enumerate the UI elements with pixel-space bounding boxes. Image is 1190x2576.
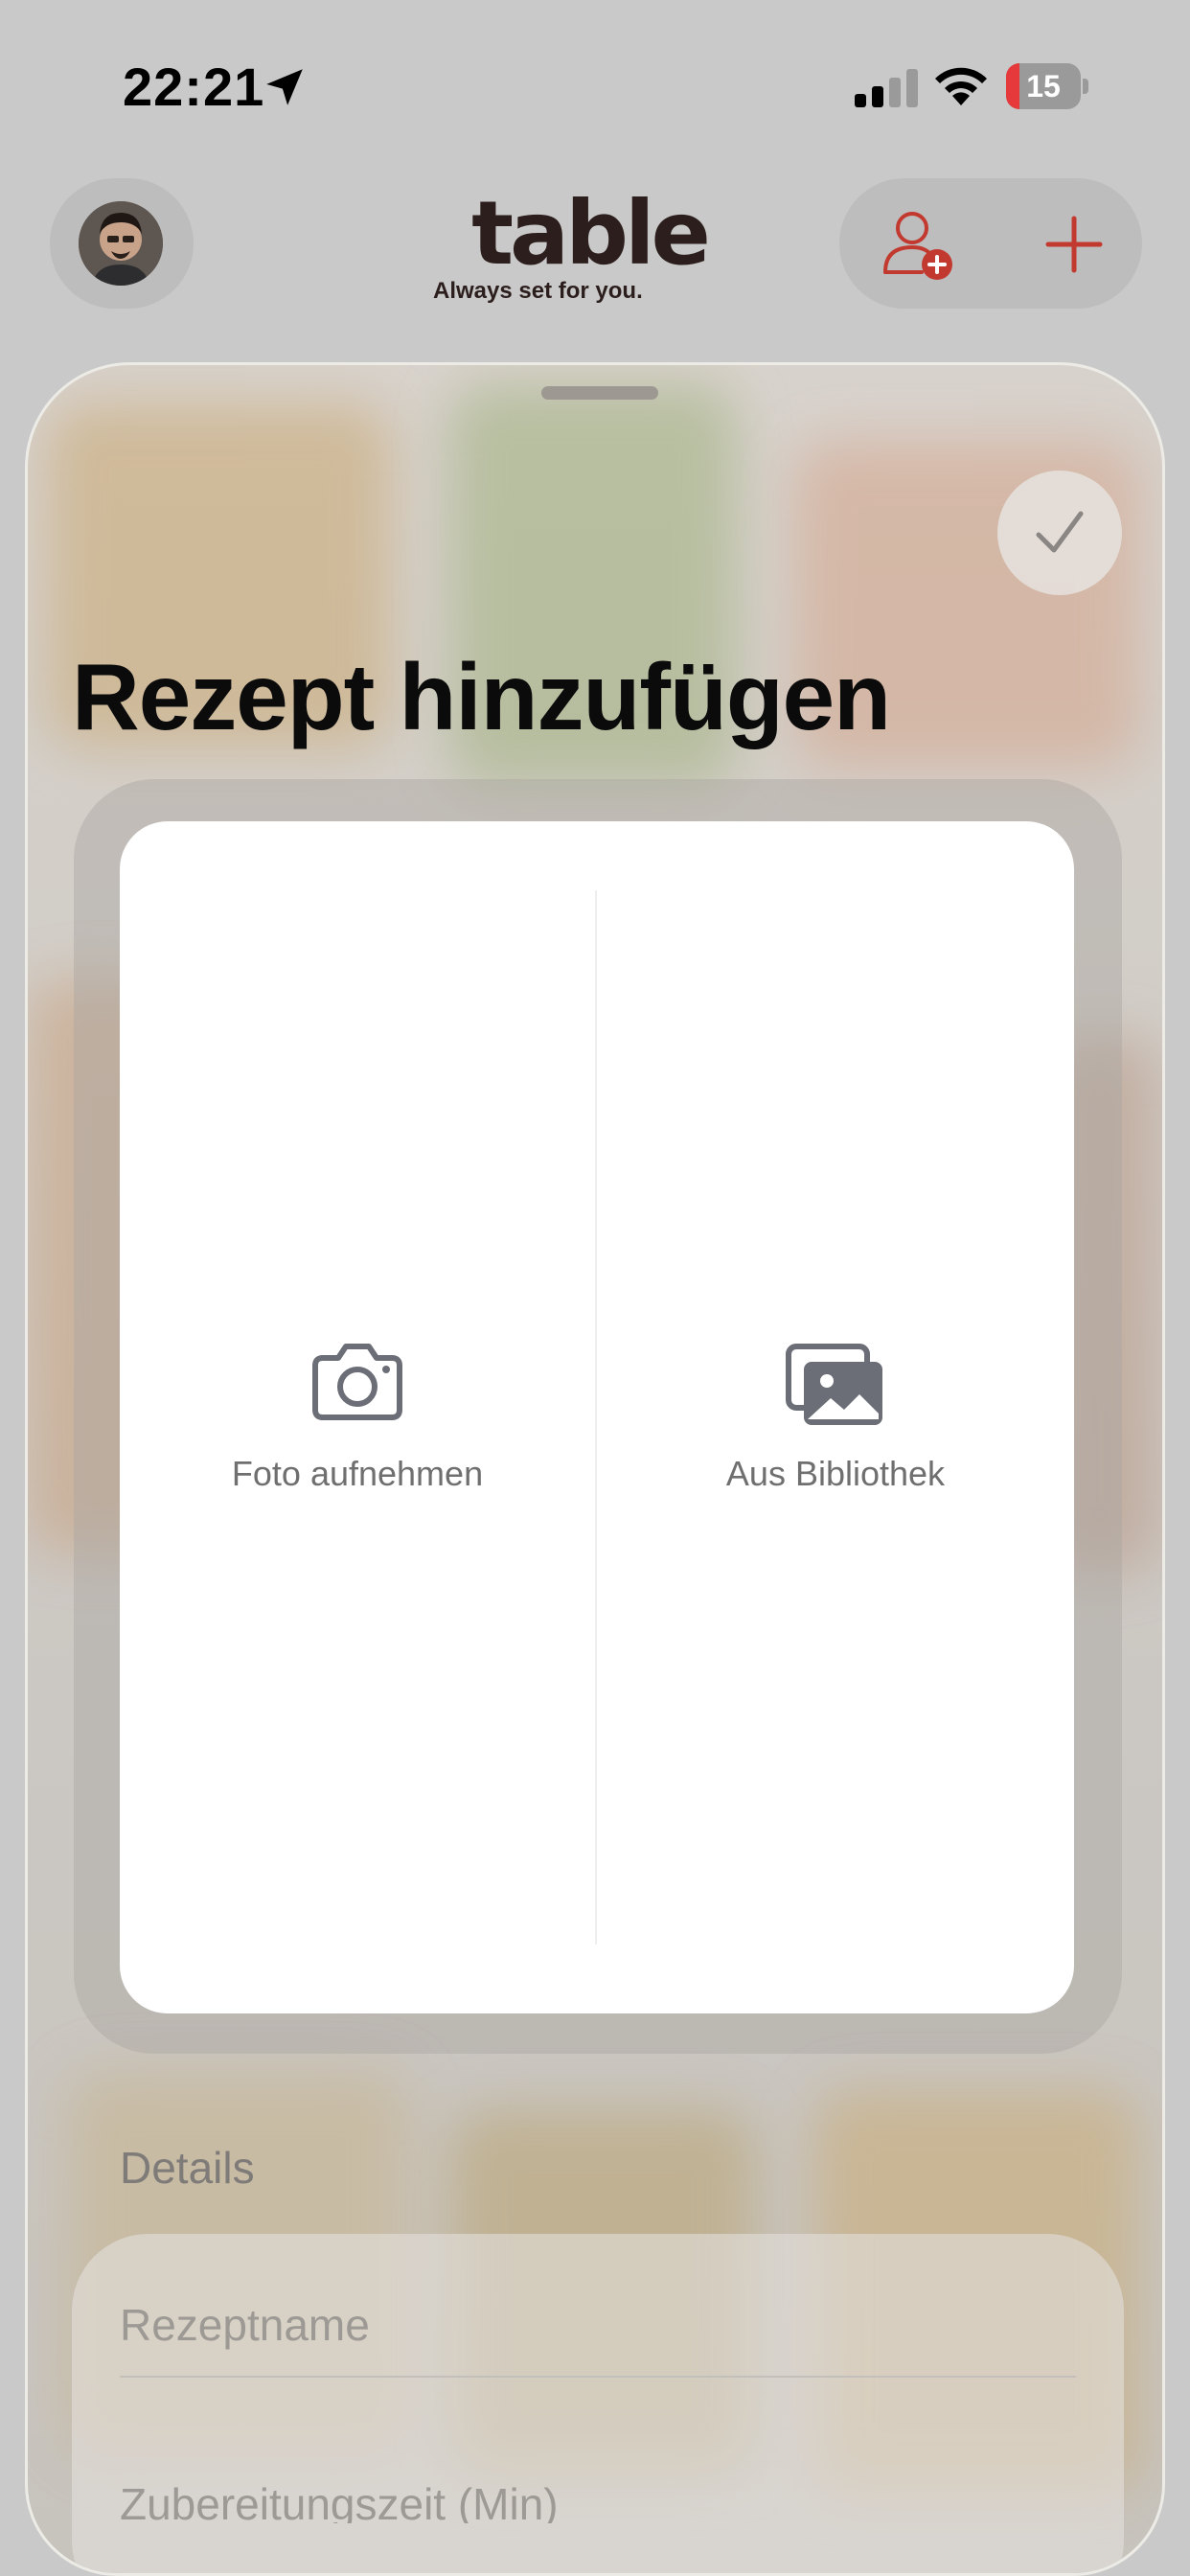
checkmark-icon [1036, 511, 1084, 553]
location-arrow-icon [266, 69, 303, 105]
add-recipe-sheet: Rezept hinzufügen Foto aufnehmen Aus Bib… [25, 362, 1165, 2576]
status-bar: 22:21 15 [0, 0, 1190, 172]
sheet-title: Rezept hinzufügen [72, 644, 891, 749]
add-recipe-button[interactable] [1041, 211, 1108, 278]
avatar [79, 201, 163, 286]
from-library-label: Aus Bibliothek [725, 1454, 946, 1493]
take-photo-label: Foto aufnehmen [231, 1454, 484, 1493]
camera-icon [312, 1344, 402, 1420]
app-logo: table Always set for you. [431, 182, 747, 307]
plus-icon [1045, 216, 1103, 273]
wifi-icon [935, 67, 987, 105]
from-library-button[interactable]: Aus Bibliothek [597, 821, 1074, 2013]
details-form [72, 2234, 1124, 2573]
status-time: 22:21 [123, 57, 265, 117]
photo-picker-card: Foto aufnehmen Aus Bibliothek [120, 821, 1074, 2013]
add-user-button[interactable] [878, 205, 958, 286]
profile-button[interactable] [50, 178, 194, 309]
take-photo-button[interactable]: Foto aufnehmen [120, 821, 595, 2013]
header-actions [839, 178, 1142, 309]
battery-indicator: 15 [1006, 63, 1088, 109]
confirm-button[interactable] [997, 471, 1122, 595]
photo-library-icon [786, 1344, 882, 1425]
details-heading: Details [120, 2143, 255, 2193]
cellular-signal-icon [855, 69, 918, 107]
recipe-name-row [120, 2234, 1076, 2378]
logo-wordmark: table [471, 182, 711, 285]
sheet-grabber[interactable] [541, 386, 658, 400]
add-user-icon [883, 212, 952, 280]
prep-time-row [120, 2380, 1076, 2523]
recipe-name-input[interactable] [120, 2234, 1076, 2376]
battery-percentage: 15 [1026, 69, 1061, 104]
prep-time-input[interactable] [120, 2380, 1076, 2523]
